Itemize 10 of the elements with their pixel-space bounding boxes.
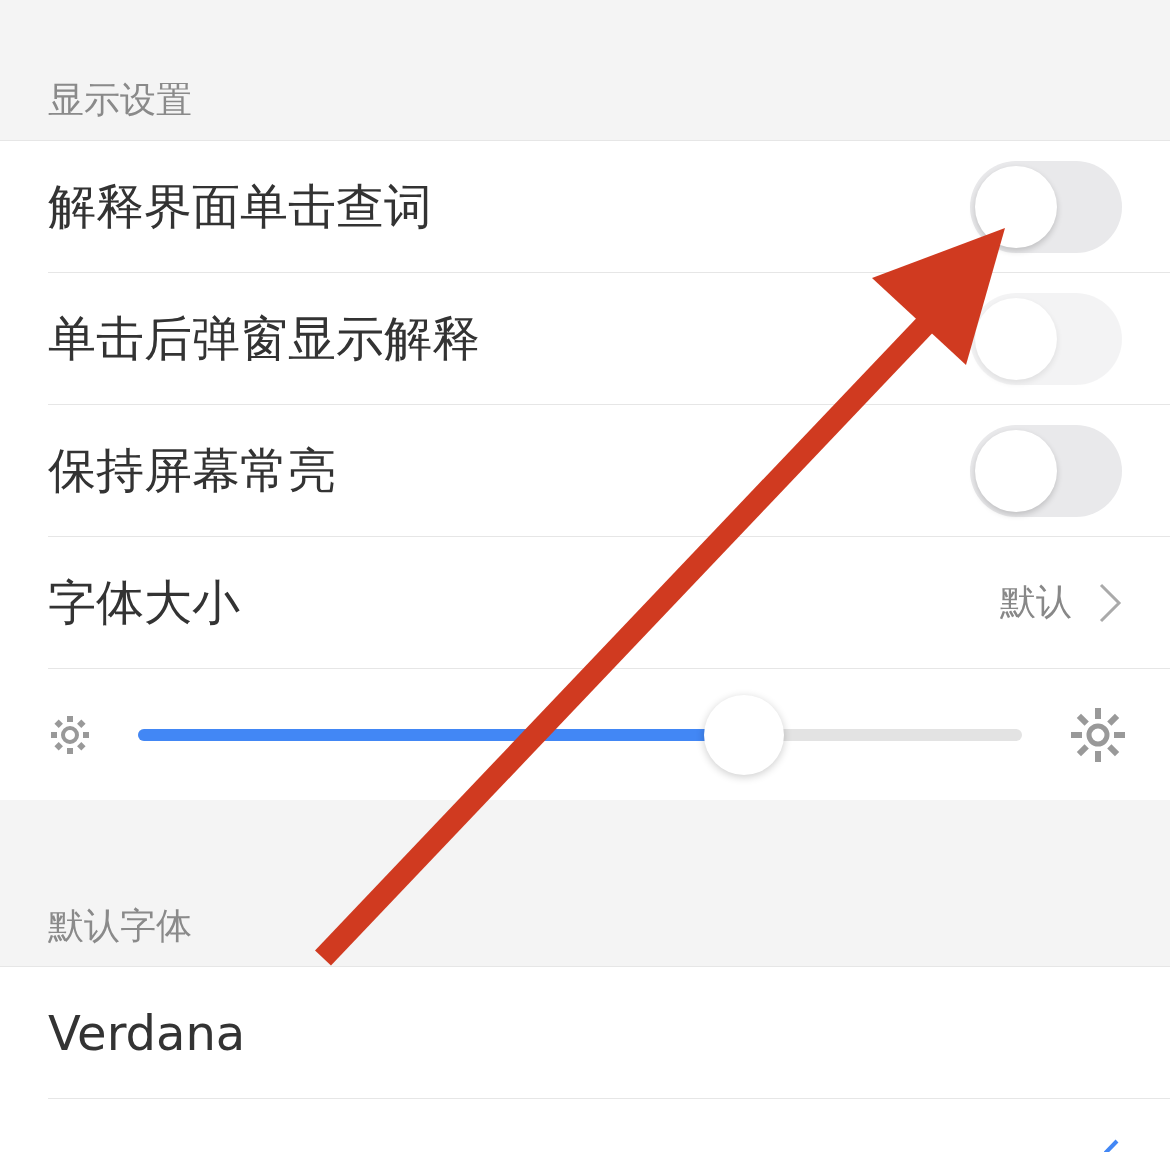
setting-value: 默认 xyxy=(1000,580,1072,624)
setting-label: 单击后弹窗显示解释 xyxy=(48,308,481,368)
brightness-high-icon xyxy=(1070,706,1126,763)
section-title: 显示设置 xyxy=(48,82,192,122)
setting-label: 保持屏幕常亮 xyxy=(48,440,337,500)
setting-label: 字体大小 xyxy=(48,572,241,632)
brightness-low-icon xyxy=(50,714,90,755)
section-title: 默认字体 xyxy=(48,908,192,948)
setting-label: 解释界面单击查词 xyxy=(48,176,433,236)
slider-thumb[interactable] xyxy=(703,694,784,775)
